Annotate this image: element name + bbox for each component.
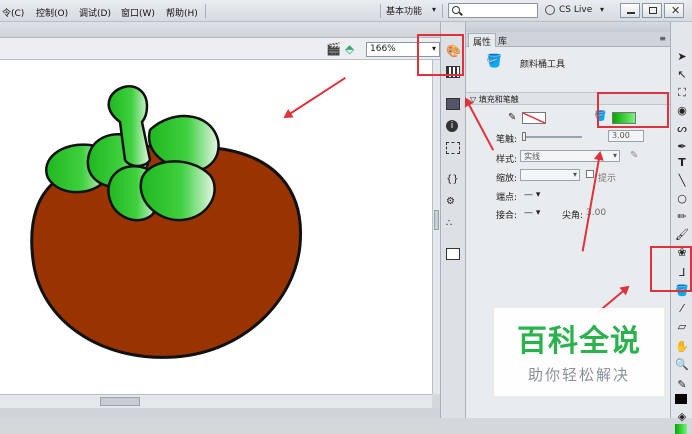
tool-name: 颜料桶工具 bbox=[520, 60, 566, 70]
menu-separator bbox=[442, 4, 443, 18]
search-icon bbox=[452, 6, 460, 14]
stroke-width-input[interactable]: 3.00 bbox=[608, 130, 644, 142]
watermark-title: 百科全说 bbox=[517, 324, 641, 359]
stroke-color-icon[interactable]: ✎ bbox=[675, 378, 689, 391]
menu-separator bbox=[205, 4, 206, 18]
highlight-box bbox=[597, 92, 669, 128]
free-transform-tool-icon[interactable]: ⛶ bbox=[675, 86, 689, 99]
pencil-icon: ✎ bbox=[508, 112, 517, 123]
watermark-subtitle: 助你轻松解决 bbox=[527, 366, 630, 384]
stage-canvas[interactable] bbox=[0, 60, 432, 394]
search-input[interactable] bbox=[448, 3, 538, 18]
eyedropper-tool-icon[interactable]: ⁄ bbox=[675, 302, 689, 315]
restore-button[interactable] bbox=[642, 3, 662, 18]
history-panel-icon[interactable] bbox=[446, 248, 460, 260]
align-panel-icon[interactable] bbox=[446, 98, 460, 110]
edit-symbol-icon[interactable]: ⬘ bbox=[345, 42, 354, 56]
scale-label: 缩放: bbox=[496, 174, 518, 184]
stroke-color-swatch[interactable] bbox=[522, 112, 546, 124]
tools-toolbar: ➤ ↖ ⛶ ◉ ᔕ ✒ T ╲ ○ ✏ 🖌 ❀ ᒧ 🪣 ⁄ ▱ ✋ 🔍 ✎ ◈ bbox=[670, 22, 692, 434]
cap-select[interactable]: — ▾ bbox=[524, 190, 540, 200]
minimize-button[interactable] bbox=[620, 3, 640, 18]
join-select[interactable]: — ▾ bbox=[524, 208, 540, 218]
tab-properties[interactable]: 属性 bbox=[468, 33, 497, 48]
chevron-down-icon: ▾ bbox=[572, 170, 577, 179]
fill-color-icon[interactable]: ◈ bbox=[675, 410, 689, 423]
hint-label: 提示 bbox=[598, 174, 617, 184]
info-icon[interactable]: i bbox=[446, 120, 458, 132]
line-tool-icon[interactable]: ╲ bbox=[675, 174, 689, 187]
panel-header bbox=[466, 22, 670, 32]
menu-window[interactable]: 窗口(W) bbox=[121, 6, 155, 19]
menu-command[interactable]: 令(C) bbox=[2, 6, 24, 19]
3d-rotation-tool-icon[interactable]: ◉ bbox=[675, 104, 689, 117]
chevron-down-icon[interactable]: ▾ bbox=[600, 5, 604, 14]
close-button[interactable]: ✕ bbox=[664, 3, 684, 18]
transform-panel-icon[interactable] bbox=[446, 142, 460, 154]
watermark: 百科全说 助你轻松解决 bbox=[494, 308, 664, 396]
cs-live-button[interactable]: CS Live bbox=[559, 5, 592, 15]
join-label: 接合: bbox=[496, 211, 518, 221]
chevron-down-icon: ▾ bbox=[612, 151, 617, 160]
brush-tool-icon[interactable]: 🖌 bbox=[675, 228, 689, 241]
lasso-tool-icon[interactable]: ᔕ bbox=[675, 122, 689, 135]
workspace-switcher[interactable]: 基本功能 bbox=[386, 4, 422, 17]
zoom-value: 166% bbox=[370, 44, 396, 54]
slider-handle[interactable] bbox=[522, 132, 526, 141]
vertical-scrollbar[interactable] bbox=[432, 60, 440, 394]
scrollbar-thumb[interactable] bbox=[434, 210, 439, 230]
scrollbar-thumb[interactable] bbox=[100, 397, 140, 406]
scale-select[interactable]: ▾ bbox=[520, 169, 580, 181]
menu-separator bbox=[380, 4, 381, 18]
eraser-tool-icon[interactable]: ▱ bbox=[675, 320, 689, 333]
components-icon[interactable]: ⚙ bbox=[446, 196, 460, 208]
stroke-color-chip[interactable] bbox=[675, 394, 687, 404]
zoom-tool-icon[interactable]: 🔍 bbox=[675, 358, 689, 371]
panel-tab-bar: 属性 库 ≡ bbox=[466, 32, 670, 48]
menu-help[interactable]: 帮助(H) bbox=[166, 6, 198, 19]
panel-menu-icon[interactable]: ≡ bbox=[659, 34, 666, 43]
fill-color-chip[interactable] bbox=[675, 424, 687, 434]
tomato-drawing bbox=[30, 85, 303, 359]
miter-label: 尖角: bbox=[562, 211, 584, 221]
menu-bar: 令(C) 控制(O) 调试(D) 窗口(W) 帮助(H) 基本功能 ▾ CS L… bbox=[0, 0, 692, 22]
motion-presets-icon[interactable]: ∴ bbox=[446, 218, 460, 230]
edit-stroke-style-icon[interactable]: ✎ bbox=[630, 150, 638, 161]
subselection-tool-icon[interactable]: ↖ bbox=[675, 68, 689, 81]
highlight-box bbox=[650, 246, 692, 292]
docked-panel-strip: 🎨 i {} ⚙ ∴ bbox=[440, 22, 466, 418]
code-snippets-icon[interactable]: {} bbox=[446, 174, 460, 186]
cs-live-icon bbox=[545, 5, 555, 15]
chevron-down-icon[interactable]: ▾ bbox=[432, 5, 436, 14]
hint-checkbox[interactable] bbox=[586, 170, 594, 178]
horizontal-scrollbar[interactable] bbox=[0, 394, 432, 408]
pencil-tool-icon[interactable]: ✏ bbox=[675, 210, 689, 223]
document-tab-strip bbox=[0, 22, 440, 38]
style-label: 样式: bbox=[496, 155, 518, 165]
section-title: 填充和笔触 bbox=[478, 95, 519, 104]
stroke-label: 笔触: bbox=[496, 135, 518, 145]
cap-label: 端点: bbox=[496, 193, 518, 203]
pen-tool-icon[interactable]: ✒ bbox=[675, 140, 689, 153]
text-tool-icon[interactable]: T bbox=[675, 156, 689, 169]
hand-tool-icon[interactable]: ✋ bbox=[675, 340, 689, 353]
menu-control[interactable]: 控制(O) bbox=[36, 6, 68, 19]
window-controls: ✕ bbox=[620, 3, 686, 19]
tool-info-row: 🪣 颜料桶工具 bbox=[466, 50, 670, 86]
edit-scene-icon[interactable]: 🎬 bbox=[326, 42, 341, 56]
paint-bucket-icon: 🪣 bbox=[486, 54, 503, 69]
highlight-box bbox=[417, 34, 464, 76]
stroke-slider[interactable] bbox=[522, 132, 582, 141]
oval-tool-icon[interactable]: ○ bbox=[675, 192, 689, 205]
menu-debug[interactable]: 调试(D) bbox=[79, 6, 111, 19]
tab-library[interactable]: 库 bbox=[494, 33, 511, 47]
stroke-style-value: 实线 bbox=[524, 152, 540, 161]
status-bar bbox=[0, 408, 440, 418]
selection-tool-icon[interactable]: ➤ bbox=[675, 50, 689, 63]
